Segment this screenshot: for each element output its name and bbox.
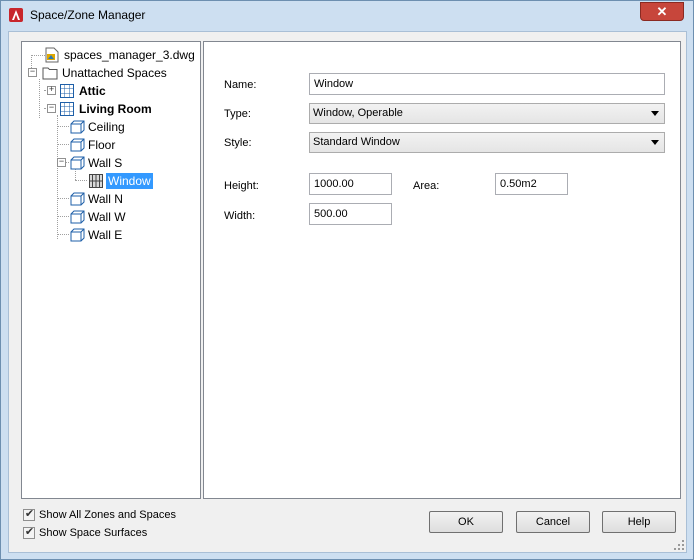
tree-node-label: Floor: [88, 138, 116, 152]
style-dropdown[interactable]: Standard Window: [309, 132, 665, 153]
window-opening-icon: [89, 174, 103, 188]
surface-icon: [70, 138, 85, 152]
dialog-client-area: spaces_manager_3.dwg − Unattached Spaces…: [8, 31, 687, 553]
tree-node-label: spaces_manager_3.dwg: [64, 48, 195, 62]
title-bar[interactable]: Space/Zone Manager ✕: [1, 1, 693, 31]
dialog-window: Space/Zone Manager ✕ spaces_manager_3.dw…: [0, 0, 694, 560]
tree-connector: [39, 79, 40, 118]
tree-node-label: Ceiling: [88, 120, 125, 134]
checkmark-icon: ✔: [24, 526, 35, 538]
collapse-toggle[interactable]: −: [28, 66, 37, 77]
space-icon: [60, 102, 74, 116]
tree-node-label: Wall N: [88, 192, 123, 206]
height-field[interactable]: 1000.00: [309, 173, 392, 195]
tree-node-label-selected: Window: [106, 173, 153, 189]
checkmark-icon: ✔: [24, 508, 35, 520]
surface-icon: [70, 228, 85, 242]
tree-connector: [57, 234, 69, 235]
tree-node-label: Unattached Spaces: [62, 66, 167, 80]
autocad-app-icon: [9, 8, 23, 22]
show-all-zones-label: Show All Zones and Spaces: [39, 509, 176, 521]
tree-connector: [31, 55, 45, 56]
dropdown-arrow-icon: [651, 140, 659, 145]
surface-icon: [70, 210, 85, 224]
width-label: Width:: [224, 210, 256, 222]
area-field[interactable]: 0.50m2: [495, 173, 568, 195]
surface-icon: [70, 120, 85, 134]
surface-icon: [70, 192, 85, 206]
close-button[interactable]: ✕: [640, 2, 684, 21]
height-label: Height:: [224, 180, 259, 192]
expand-toggle[interactable]: +: [47, 84, 56, 95]
tree-node-label: Living Room: [79, 102, 152, 116]
dropdown-arrow-icon: [651, 111, 659, 116]
style-label: Style:: [224, 137, 252, 149]
tree-connector: [57, 216, 69, 217]
collapse-toggle[interactable]: −: [57, 156, 66, 167]
tree-connector: [57, 126, 69, 127]
help-button[interactable]: Help: [602, 511, 676, 533]
type-label: Type:: [224, 108, 251, 120]
properties-panel: Name: Window Type: Window, Operable Styl…: [203, 41, 681, 499]
tree-connector: [57, 144, 69, 145]
name-label: Name:: [224, 79, 257, 91]
ok-button[interactable]: OK: [429, 511, 503, 533]
width-field[interactable]: 500.00: [309, 203, 392, 225]
type-dropdown[interactable]: Window, Operable: [309, 103, 665, 124]
tree-connector: [57, 198, 69, 199]
window-title: Space/Zone Manager: [30, 8, 146, 22]
cancel-button[interactable]: Cancel: [516, 511, 590, 533]
show-surfaces-label: Show Space Surfaces: [39, 527, 148, 539]
collapse-toggle[interactable]: −: [47, 102, 56, 113]
show-surfaces-checkbox[interactable]: ✔: [23, 526, 35, 539]
tree-node-label: Wall W: [88, 210, 126, 224]
space-tree-view[interactable]: spaces_manager_3.dwg − Unattached Spaces…: [21, 41, 201, 499]
tree-node-label: Wall E: [88, 228, 123, 242]
dwg-file-icon: [45, 47, 59, 63]
surface-icon: [70, 156, 85, 170]
close-icon: ✕: [656, 4, 668, 19]
space-icon: [60, 84, 74, 98]
folder-icon: [42, 67, 58, 80]
area-label: Area:: [413, 180, 440, 192]
tree-connector: [57, 115, 58, 239]
type-dropdown-value: Window, Operable: [313, 107, 403, 119]
tree-connector: [75, 180, 87, 181]
resize-grip-icon[interactable]: [674, 540, 684, 550]
name-field[interactable]: Window: [309, 73, 665, 95]
tree-node-label: Wall S: [88, 156, 123, 170]
tree-node-label: Attic: [79, 84, 106, 98]
style-dropdown-value: Standard Window: [313, 136, 400, 148]
show-all-zones-checkbox[interactable]: ✔: [23, 508, 35, 521]
